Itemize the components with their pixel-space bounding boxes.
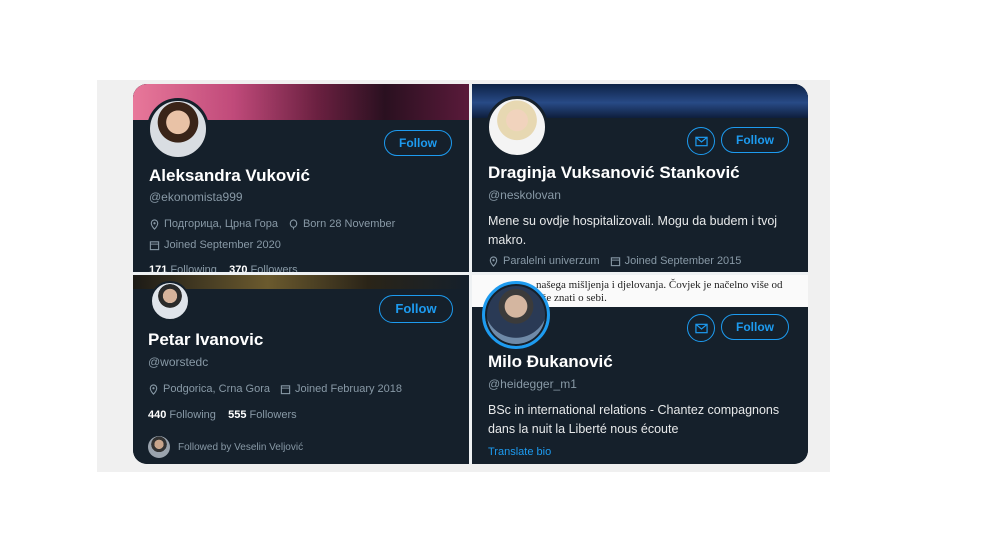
profile-name: Aleksandra Vuković bbox=[149, 166, 310, 185]
mail-icon bbox=[694, 136, 708, 146]
avatar[interactable] bbox=[150, 281, 190, 321]
profile-meta-row: Подгорица, Црна Гора Born 28 November bbox=[149, 218, 395, 230]
joined-text: Joined September 2020 bbox=[164, 239, 281, 251]
profile-handle: @ekonomista999 bbox=[149, 190, 243, 204]
balloon-icon bbox=[289, 218, 298, 230]
location-text: Подгорица, Црна Гора bbox=[164, 218, 278, 230]
profile-handle: @heidegger_m1 bbox=[488, 377, 577, 391]
profile-card-milo: našega mišljenja i djelovanja. Čovjek je… bbox=[472, 275, 808, 464]
collage-divider-horizontal bbox=[133, 272, 808, 275]
calendar-icon bbox=[280, 384, 291, 394]
location-icon bbox=[149, 383, 158, 395]
profile-collage: Follow Aleksandra Vuković @ekonomista999… bbox=[133, 84, 808, 464]
profile-name: Milo Đukanović bbox=[488, 352, 613, 371]
profile-card-draginja: Follow Draginja Vuksanović Stanković @ne… bbox=[472, 84, 808, 272]
profile-handle: @worstedc bbox=[148, 355, 209, 369]
profile-handle: @neskolovan bbox=[488, 188, 561, 202]
follow-button[interactable]: Follow bbox=[721, 127, 789, 153]
birthday-text: Born 28 November bbox=[302, 218, 396, 230]
following-link[interactable]: 440 Following bbox=[148, 409, 216, 421]
translate-bio-link[interactable]: Translate bio bbox=[488, 446, 551, 458]
profile-card-aleksandra: Follow Aleksandra Vuković @ekonomista999… bbox=[133, 84, 469, 272]
location-text: Podgorica, Crna Gora bbox=[163, 383, 270, 395]
profile-meta-row: Podgorica, Crna Gora Joined February 201… bbox=[148, 383, 402, 395]
avatar[interactable] bbox=[147, 98, 209, 160]
joined-text: Joined September 2015 bbox=[624, 255, 742, 267]
calendar-icon bbox=[149, 240, 160, 250]
calendar-icon bbox=[610, 256, 620, 266]
follow-stats: 171 Following 370 Followers bbox=[149, 264, 298, 272]
profile-bio: BSc in international relations - Chantez… bbox=[488, 403, 780, 436]
mutual-avatar[interactable] bbox=[148, 436, 170, 458]
following-link[interactable]: 171 Following bbox=[149, 264, 217, 272]
followed-by-row: Followed by Veselin Veljović bbox=[148, 436, 303, 458]
follow-button[interactable]: Follow bbox=[721, 314, 789, 340]
location-text: Paralelni univerzum bbox=[503, 255, 600, 267]
location-icon bbox=[150, 218, 159, 230]
mail-icon bbox=[694, 323, 708, 333]
follow-button[interactable]: Follow bbox=[379, 295, 453, 323]
joined-row: Joined September 2020 bbox=[149, 239, 281, 251]
profile-bio: Mene su ovdje hospitalizovali. Mogu da b… bbox=[488, 214, 778, 247]
follow-stats: 440 Following 555 Followers bbox=[148, 409, 297, 421]
avatar[interactable] bbox=[482, 281, 550, 349]
followers-link[interactable]: 370 Followers bbox=[229, 264, 298, 272]
message-button[interactable] bbox=[687, 127, 715, 155]
profile-card-petar: Follow Petar Ivanovic @worstedc Podgoric… bbox=[133, 275, 469, 464]
avatar[interactable] bbox=[486, 96, 548, 158]
joined-text: Joined February 2018 bbox=[295, 383, 403, 395]
profile-meta-row: Paralelni univerzum Joined September 201… bbox=[488, 255, 741, 267]
message-button[interactable] bbox=[687, 314, 715, 342]
followed-by-text: Followed by Veselin Veljović bbox=[178, 441, 304, 453]
profile-name: Petar Ivanovic bbox=[148, 330, 264, 349]
location-icon bbox=[489, 255, 498, 267]
followers-link[interactable]: 555 Followers bbox=[228, 409, 297, 421]
follow-button[interactable]: Follow bbox=[384, 130, 452, 156]
profile-name: Draginja Vuksanović Stanković bbox=[488, 163, 740, 182]
